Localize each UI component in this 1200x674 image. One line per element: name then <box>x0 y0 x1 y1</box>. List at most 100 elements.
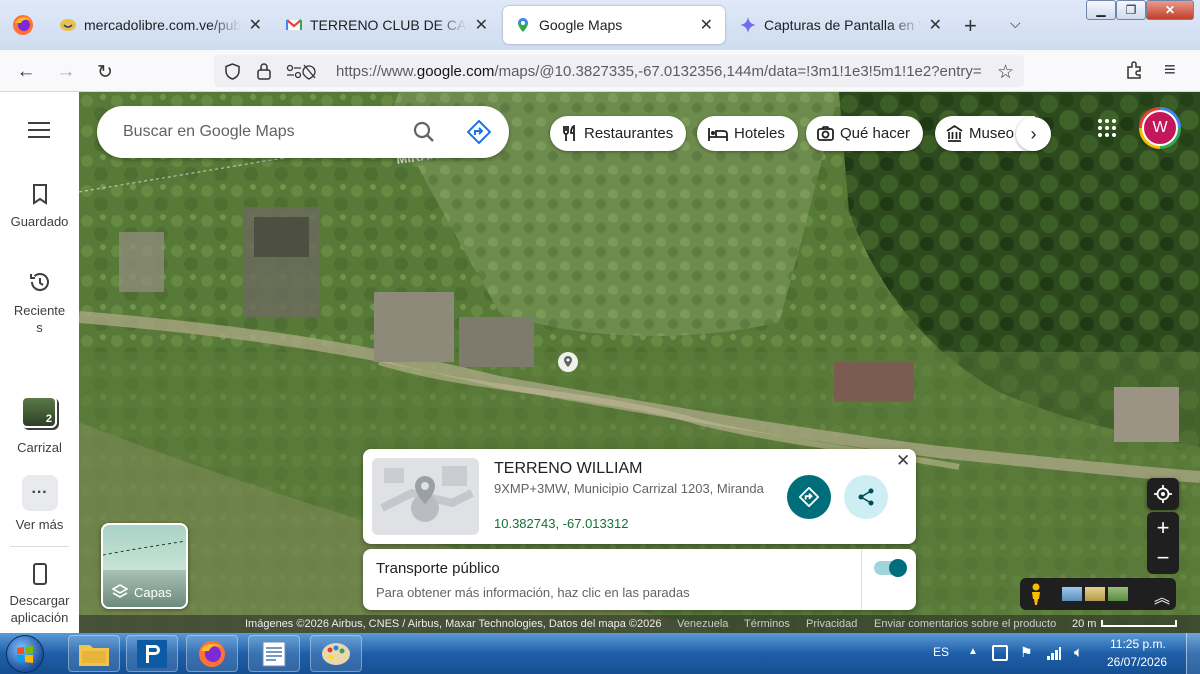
tab-google-maps[interactable]: Google Maps ✕ <box>503 6 725 44</box>
start-button[interactable] <box>6 635 44 673</box>
my-location-button[interactable] <box>1147 478 1179 510</box>
recent-place-carrizal[interactable]: 2 Carrizal <box>0 396 79 455</box>
chip-label: Restaurantes <box>584 125 674 142</box>
share-icon <box>858 488 874 506</box>
device-tray-icon[interactable] <box>992 645 1008 661</box>
address-bar[interactable]: https://www.google.com/maps/@10.3827335,… <box>214 55 1024 87</box>
network-icon[interactable] <box>1046 645 1062 661</box>
show-desktop-button[interactable] <box>1186 633 1200 674</box>
recents-button[interactable]: Reciente s <box>0 270 79 336</box>
extensions-icon[interactable] <box>1124 60 1144 80</box>
layers-button[interactable]: Capas <box>101 523 188 609</box>
tab-terreno-club[interactable]: TERRENO CLUB DE CAMPO ✕ <box>274 6 500 44</box>
app-p-icon[interactable] <box>126 635 178 672</box>
notepad-icon[interactable] <box>248 635 300 672</box>
url-text[interactable]: https://www.google.com/maps/@10.3827335,… <box>336 63 986 80</box>
chips-scroll-right-icon[interactable]: › <box>1016 117 1051 151</box>
saved-label: Guardado <box>10 214 69 229</box>
museum-icon <box>946 125 963 142</box>
chip-restaurants[interactable]: Restaurantes <box>550 116 687 151</box>
reload-icon[interactable]: ↻ <box>92 59 118 85</box>
windows-logo-icon <box>17 646 33 663</box>
permissions-icon[interactable] <box>286 63 322 80</box>
clock-time[interactable]: 11:25 p.m. <box>1110 637 1166 651</box>
directions-button[interactable] <box>787 475 831 519</box>
close-icon[interactable]: ✕ <box>249 15 262 35</box>
imagery-thumb-2[interactable] <box>1085 587 1105 601</box>
bookmark-icon <box>28 182 52 206</box>
close-window-button[interactable]: ✕ <box>1146 0 1194 20</box>
tab-label: Google Maps <box>539 17 623 33</box>
layers-icon <box>112 584 128 598</box>
close-icon[interactable]: ✕ <box>700 15 713 35</box>
bookmark-star-icon[interactable]: ☆ <box>997 61 1014 84</box>
toggle-knob <box>889 559 907 577</box>
directions-icon <box>799 487 819 507</box>
more-label: Ver más <box>15 517 64 532</box>
minimize-button[interactable]: ▁ <box>1086 0 1116 20</box>
hamburger-menu-icon[interactable]: ≡ <box>1164 59 1176 82</box>
scale-label[interactable]: 20 m <box>1072 618 1096 630</box>
more-dots-icon: ··· <box>21 475 58 511</box>
map-attribution-bar: Imágenes ©2026 Airbus, CNES / Airbus, Ma… <box>79 615 1200 633</box>
tab-mercadolibre[interactable]: mercadolibre.com.ve/public ✕ <box>48 6 274 44</box>
close-icon[interactable]: ✕ <box>929 15 942 35</box>
search-icon[interactable] <box>413 121 435 143</box>
back-arrow-icon[interactable]: ← <box>13 59 39 85</box>
gmail-icon <box>286 17 302 33</box>
expand-up-icon[interactable]: ︽ <box>1154 584 1170 608</box>
chip-hotels[interactable]: Hoteles <box>697 116 798 151</box>
zoom-in-button[interactable]: + <box>1147 512 1179 543</box>
zoom-out-button[interactable]: − <box>1147 543 1179 574</box>
tab-list-chevron-icon[interactable]: ⌵ <box>1010 15 1021 32</box>
more-button[interactable]: ··· Ver más <box>0 475 79 532</box>
apps-grid-icon[interactable] <box>1097 118 1117 138</box>
clock-date[interactable]: 26/07/2026 <box>1107 655 1167 669</box>
place-coordinates[interactable]: 10.382743, -67.013312 <box>494 516 628 531</box>
search-input[interactable]: Buscar en Google Maps <box>123 123 295 141</box>
feedback-link[interactable]: Enviar comentarios sobre el producto <box>874 618 1056 630</box>
language-indicator[interactable]: ES <box>933 645 949 659</box>
directions-icon[interactable] <box>467 120 491 144</box>
lock-icon[interactable] <box>256 62 272 80</box>
imagery-thumb-3[interactable] <box>1108 587 1128 601</box>
scale-bar <box>1101 620 1177 627</box>
chip-things-to-do[interactable]: Qué hacer <box>806 116 924 151</box>
maximize-button[interactable]: ❐ <box>1116 0 1146 20</box>
windows-taskbar: ES ▲ ⚑ 🔈︎ 11:25 p.m. 26/07/2026 <box>0 633 1200 674</box>
download-app-button[interactable]: Descargar aplicación <box>0 562 79 626</box>
pegman-icon[interactable] <box>1030 583 1042 605</box>
avatar-initial: W <box>1142 110 1178 146</box>
tab-capturas[interactable]: Capturas de Pantalla en Wir ✕ <box>728 6 954 44</box>
transit-toggle[interactable] <box>874 559 907 577</box>
firefox-taskbar-icon[interactable] <box>186 635 238 672</box>
file-explorer-icon[interactable] <box>68 635 120 672</box>
new-tab-button[interactable]: + <box>964 13 977 39</box>
share-button[interactable] <box>844 475 888 519</box>
fork-knife-icon <box>561 125 578 142</box>
forward-arrow-icon[interactable]: → <box>53 59 79 85</box>
menu-icon[interactable] <box>28 122 50 138</box>
imagery-credits: Imágenes ©2026 Airbus, CNES / Airbus, Ma… <box>245 618 662 630</box>
privacy-link[interactable]: Privacidad <box>806 618 857 630</box>
place-card[interactable]: TERRENO WILLIAM 9XMP+3MW, Municipio Carr… <box>363 449 916 544</box>
download-label-line1: Descargar <box>9 593 70 608</box>
tray-expand-icon[interactable]: ▲ <box>968 646 978 657</box>
chip-label: Qué hacer <box>840 125 911 142</box>
layers-label: Capas <box>112 584 172 600</box>
imagery-thumb-1[interactable] <box>1062 587 1082 601</box>
transit-title: Transporte público <box>376 560 500 577</box>
paint-icon[interactable] <box>310 635 362 672</box>
transit-subtitle: Para obtener más información, haz clic e… <box>376 585 690 600</box>
close-card-icon[interactable]: ✕ <box>896 451 910 471</box>
search-box[interactable]: Buscar en Google Maps <box>97 106 509 158</box>
saved-button[interactable]: Guardado <box>0 182 79 229</box>
shield-icon[interactable] <box>224 63 241 80</box>
account-avatar[interactable]: W <box>1139 107 1181 149</box>
close-icon[interactable]: ✕ <box>475 15 488 35</box>
terms-link[interactable]: Términos <box>744 618 790 630</box>
dropped-pin-icon[interactable] <box>558 352 578 372</box>
flag-tray-icon[interactable]: ⚑ <box>1020 644 1033 661</box>
volume-icon[interactable]: 🔈︎ <box>1074 644 1083 661</box>
firefox-menu-icon[interactable] <box>12 14 34 36</box>
